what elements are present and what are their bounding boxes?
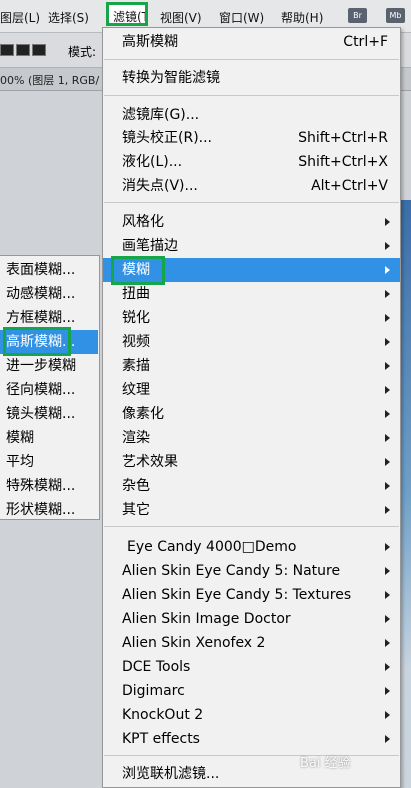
- menu-item-texture[interactable]: 纹理: [103, 378, 400, 402]
- submenu-item-motion-blur[interactable]: 动感模糊...: [0, 282, 98, 306]
- menu-item-image-doctor[interactable]: Alien Skin Image Doctor: [103, 607, 400, 631]
- highlight-box-gaussian: [3, 327, 71, 356]
- menu-item-knockout[interactable]: KnockOut 2: [103, 703, 400, 727]
- arrow-right-icon: [385, 386, 390, 394]
- submenu-item-shape-blur[interactable]: 形状模糊...: [0, 498, 98, 522]
- menu-item-render[interactable]: 渲染: [103, 426, 400, 450]
- submenu-item-lens-blur[interactable]: 镜头模糊...: [0, 402, 98, 426]
- submenu-item-blur[interactable]: 模糊: [0, 426, 98, 450]
- blur-submenu: 表面模糊... 动感模糊... 方框模糊... 高斯模糊... 进一步模糊 径向…: [0, 255, 100, 520]
- menu-item-liquify[interactable]: 液化(L)... Shift+Ctrl+X: [103, 150, 400, 174]
- menu-item-eye-candy-4000[interactable]: Eye Candy 4000□Demo: [103, 535, 400, 559]
- document-title: 00% (图层 1, RGB/: [0, 74, 100, 87]
- menu-item-eye-candy-nature[interactable]: Alien Skin Eye Candy 5: Nature: [103, 559, 400, 583]
- menu-item-sketch[interactable]: 素描: [103, 354, 400, 378]
- menu-item-last-filter[interactable]: 高斯模糊 Ctrl+F: [103, 30, 400, 54]
- menu-item-distort[interactable]: 扭曲: [103, 282, 400, 306]
- arrow-right-icon: [385, 663, 390, 671]
- arrow-right-icon: [385, 482, 390, 490]
- menu-item-filter-gallery[interactable]: 滤镜库(G)...: [103, 103, 400, 127]
- mode-label: 模式:: [68, 45, 97, 59]
- arrow-right-icon: [385, 434, 390, 442]
- arrow-right-icon: [385, 687, 390, 695]
- watermark: Bai 经验: [300, 756, 351, 771]
- arrow-right-icon: [385, 711, 390, 719]
- highlight-box-blur: [111, 256, 165, 285]
- menu-item-stylize[interactable]: 风格化: [103, 210, 400, 234]
- mode-square-icon[interactable]: [0, 44, 14, 56]
- mode-plus-icon[interactable]: [32, 44, 46, 56]
- menu-layer[interactable]: 图层(L): [0, 9, 40, 26]
- arrow-right-icon: [385, 314, 390, 322]
- arrow-right-icon: [385, 362, 390, 370]
- submenu-item-smart-blur[interactable]: 特殊模糊...: [0, 474, 98, 498]
- menu-item-browse-online[interactable]: 浏览联机滤镜...: [103, 762, 400, 786]
- arrow-right-icon: [385, 639, 390, 647]
- submenu-item-radial-blur[interactable]: 径向模糊...: [0, 378, 98, 402]
- submenu-item-blur-more[interactable]: 进一步模糊: [0, 354, 98, 378]
- menu-item-vanishing-point[interactable]: 消失点(V)... Alt+Ctrl+V: [103, 174, 400, 198]
- arrow-right-icon: [385, 266, 390, 274]
- menu-item-artistic[interactable]: 艺术效果: [103, 450, 400, 474]
- menu-item-brush-strokes[interactable]: 画笔描边: [103, 234, 400, 258]
- menu-item-dce-tools[interactable]: DCE Tools: [103, 655, 400, 679]
- arrow-right-icon: [385, 242, 390, 250]
- minibridge-icon[interactable]: Mb: [386, 8, 405, 23]
- arrow-right-icon: [385, 290, 390, 298]
- mode-rect-icon[interactable]: [16, 44, 30, 56]
- arrow-right-icon: [385, 338, 390, 346]
- submenu-item-average[interactable]: 平均: [0, 450, 98, 474]
- menu-item-digimarc[interactable]: Digimarc: [103, 679, 400, 703]
- arrow-right-icon: [385, 615, 390, 623]
- menu-item-other[interactable]: 其它: [103, 498, 400, 522]
- arrow-right-icon: [385, 458, 390, 466]
- canvas-image: [400, 200, 411, 788]
- menu-item-sharpen[interactable]: 锐化: [103, 306, 400, 330]
- menu-window[interactable]: 窗口(W): [219, 9, 264, 26]
- menu-item-kpt-effects[interactable]: KPT effects: [103, 727, 400, 751]
- menu-item-lens-correction[interactable]: 镜头校正(R)... Shift+Ctrl+R: [103, 126, 400, 150]
- menu-item-pixelate[interactable]: 像素化: [103, 402, 400, 426]
- arrow-right-icon: [385, 735, 390, 743]
- menu-select[interactable]: 选择(S): [48, 9, 89, 26]
- arrow-right-icon: [385, 591, 390, 599]
- filter-menu: 高斯模糊 Ctrl+F 转换为智能滤镜 滤镜库(G)... 镜头校正(R)... S…: [102, 27, 401, 788]
- menu-item-xenofex[interactable]: Alien Skin Xenofex 2: [103, 631, 400, 655]
- arrow-right-icon: [385, 218, 390, 226]
- menu-filter[interactable]: 滤镜(T): [106, 2, 148, 26]
- menu-item-noise[interactable]: 杂色: [103, 474, 400, 498]
- bridge-icon[interactable]: Br: [348, 8, 367, 23]
- menu-item-smart-filter[interactable]: 转换为智能滤镜: [103, 66, 400, 90]
- arrow-right-icon: [385, 506, 390, 514]
- arrow-right-icon: [385, 410, 390, 418]
- menu-item-video[interactable]: 视频: [103, 330, 400, 354]
- menu-view[interactable]: 视图(V): [160, 9, 202, 26]
- arrow-right-icon: [385, 543, 390, 551]
- menu-help[interactable]: 帮助(H): [281, 9, 323, 26]
- arrow-right-icon: [385, 567, 390, 575]
- menu-item-eye-candy-textures[interactable]: Alien Skin Eye Candy 5: Textures: [103, 583, 400, 607]
- submenu-item-surface-blur[interactable]: 表面模糊...: [0, 258, 98, 282]
